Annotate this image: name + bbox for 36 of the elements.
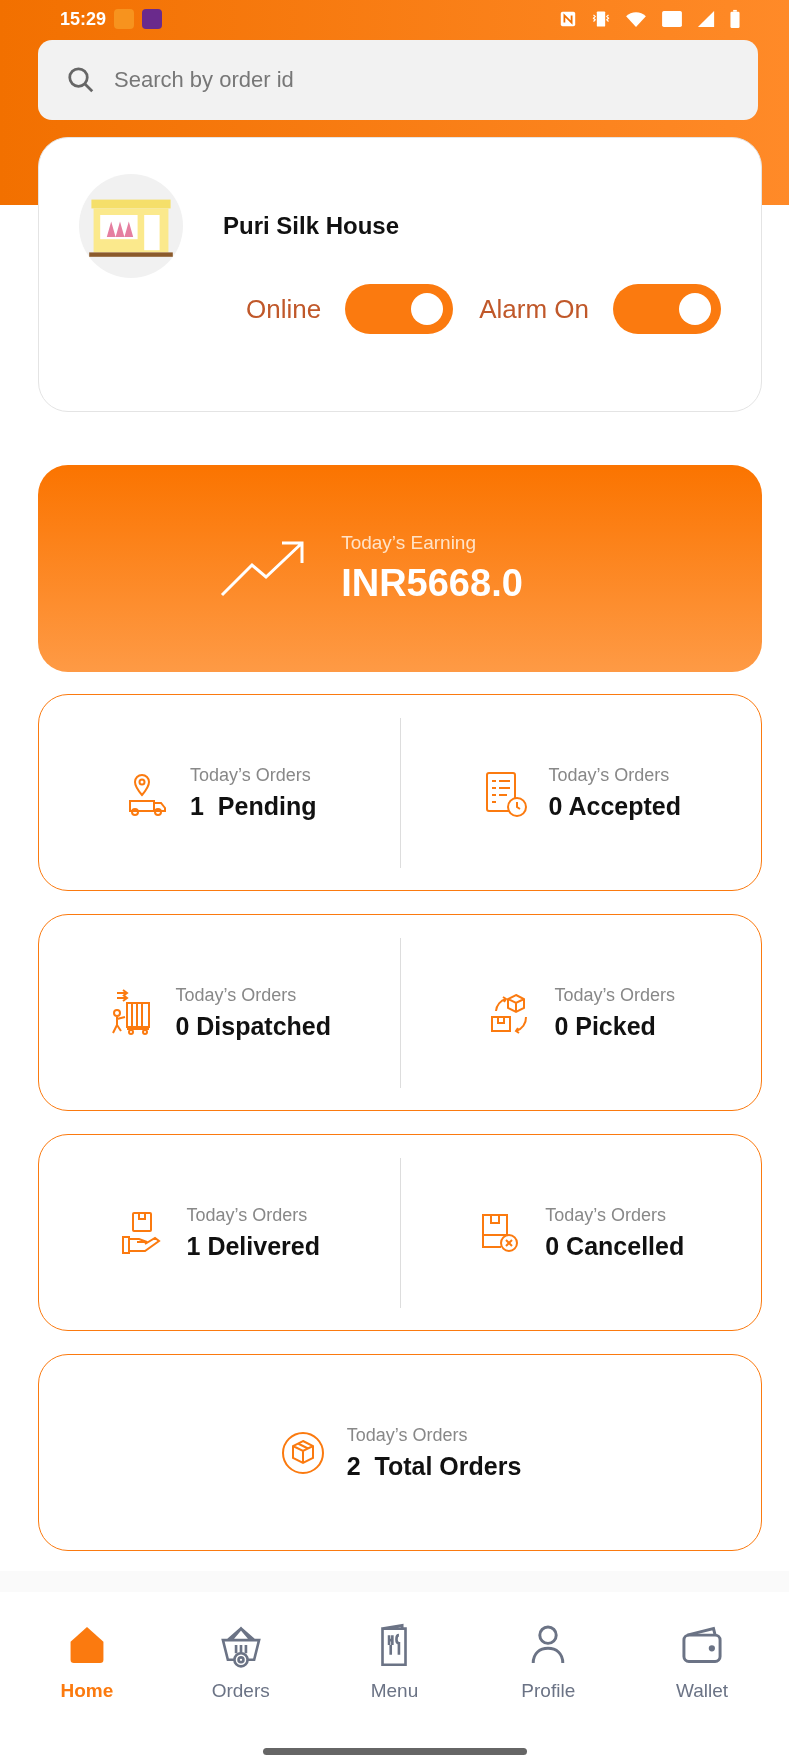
stat-label: Today’s Orders bbox=[346, 1424, 469, 1446]
toggle-label: Alarm On bbox=[479, 293, 589, 325]
stat-value: 2 Total Orders bbox=[346, 1451, 522, 1481]
nav-tab[interactable]: Profile bbox=[493, 1622, 604, 1702]
vowifi-icon bbox=[661, 10, 683, 28]
nav-tab[interactable]: Orders bbox=[185, 1622, 296, 1702]
stat-label: Today’s Orders bbox=[175, 984, 298, 1006]
stat-value: 0 Accepted bbox=[548, 791, 681, 821]
stat-label: Today’s Orders bbox=[190, 764, 312, 786]
toggle-switch[interactable] bbox=[345, 284, 454, 334]
stat-label: Today’s Orders bbox=[545, 1204, 667, 1226]
toggle-switch[interactable] bbox=[613, 284, 721, 334]
stat-label: Today’s Orders bbox=[554, 984, 676, 1006]
nfc-icon bbox=[559, 10, 577, 28]
stat-label: Today’s Orders bbox=[186, 1204, 309, 1226]
wifi-icon bbox=[625, 10, 647, 28]
stat-value: 0 Dispatched bbox=[175, 1011, 332, 1041]
stat-value: 1 Pending bbox=[190, 791, 317, 821]
shop-name: Puri Silk House bbox=[223, 212, 400, 240]
stat-value: 1 Delivered bbox=[186, 1231, 320, 1261]
nav-tab[interactable]: Home bbox=[31, 1622, 142, 1702]
app-notification-icon bbox=[114, 9, 135, 29]
search-field[interactable]: Search by order id bbox=[38, 40, 758, 120]
app-notification-icon bbox=[142, 9, 163, 29]
toggle-label: Online bbox=[246, 293, 322, 325]
stat-value: 0 Picked bbox=[554, 1011, 657, 1041]
vibrate-icon bbox=[591, 10, 611, 28]
stat-label: Today’s Orders bbox=[548, 764, 671, 786]
nav-tab[interactable]: Wallet bbox=[647, 1622, 758, 1702]
signal-icon bbox=[697, 10, 715, 28]
earning-label: Today’s Earning bbox=[341, 532, 477, 554]
battery-icon bbox=[729, 9, 741, 29]
stat-value: 0 Cancelled bbox=[545, 1231, 685, 1261]
nav-tab[interactable]: Menu bbox=[339, 1622, 450, 1702]
status-time: 15:29 bbox=[60, 8, 107, 30]
earning-amount: INR5668.0 bbox=[341, 562, 523, 605]
